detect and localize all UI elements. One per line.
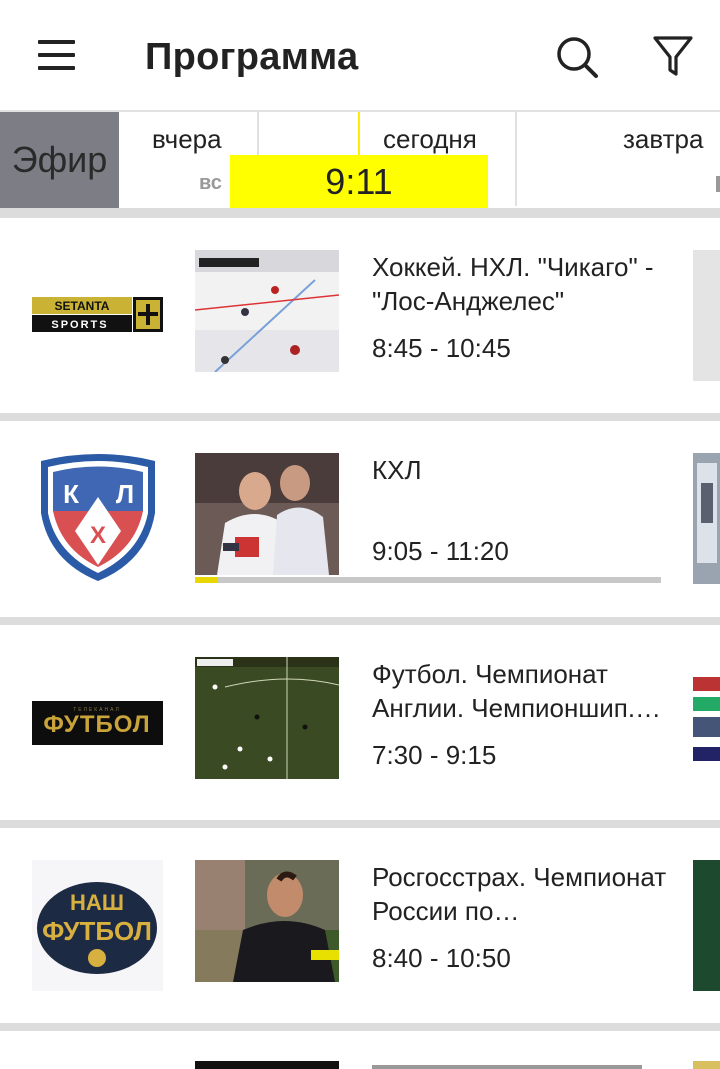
svg-text:ТЕЛЕКАНАЛ: ТЕЛЕКАНАЛ — [73, 707, 121, 713]
program-progress-bar — [195, 577, 661, 583]
svg-text:К: К — [63, 479, 79, 509]
tab-tomorrow-sub-fragment — [716, 176, 720, 192]
list-item[interactable]: SETANTA SPORTS Хоккей. НХЛ. "Чикаго" - "… — [0, 218, 720, 413]
tab-yesterday-weekday: вс — [199, 172, 222, 194]
setanta-sports-plus-logo: SETANTA SPORTS — [32, 250, 163, 381]
program-thumbnail — [195, 250, 339, 372]
program-progress-fill — [195, 577, 219, 583]
svg-text:Х: Х — [89, 522, 105, 549]
hamburger-icon — [38, 40, 75, 44]
next-program-thumbnail — [693, 1061, 720, 1069]
search-button[interactable] — [548, 28, 604, 84]
next-program-thumbnail — [693, 657, 720, 788]
program-time: 9:05 - 11:20 — [372, 536, 509, 566]
program-thumbnail — [195, 860, 339, 982]
filter-button[interactable] — [645, 28, 701, 84]
current-time-badge: 9:11 — [230, 155, 488, 208]
menu-button[interactable] — [28, 30, 84, 80]
program-title: Футбол. Чемпионат Англии. Чемпионшип.… — [372, 659, 662, 723]
khl-logo: К Л Х — [32, 453, 163, 584]
svg-text:SETANTA: SETANTA — [55, 299, 110, 313]
tab-yesterday-label: вчера — [152, 124, 222, 154]
divider — [0, 617, 720, 625]
program-title: КХЛ — [372, 455, 422, 485]
program-title: Росгосстрах. Чемпионат России по… — [372, 862, 667, 926]
futbol-logo: ФУТБОЛ ТЕЛЕКАНАЛ — [32, 657, 163, 788]
next-program-thumbnail — [693, 453, 720, 584]
app-bar: Программа — [0, 0, 720, 112]
program-time: 7:30 - 9:15 — [372, 740, 497, 770]
svg-text:ФУТБОЛ: ФУТБОЛ — [43, 711, 150, 738]
next-program-thumbnail — [693, 860, 720, 991]
svg-text:Л: Л — [115, 479, 133, 509]
svg-text:НАШ: НАШ — [70, 890, 124, 915]
divider — [0, 208, 720, 218]
tab-today-label: сегодня — [383, 124, 477, 154]
svg-text:SPORTS: SPORTS — [51, 319, 108, 331]
tab-tomorrow-label: завтра — [623, 124, 704, 154]
live-tab[interactable]: Эфир — [0, 112, 119, 208]
svg-text:ФУТБОЛ: ФУТБОЛ — [42, 916, 152, 946]
hamburger-icon-line — [38, 66, 75, 70]
current-time-line — [358, 112, 360, 155]
search-icon — [557, 37, 598, 78]
hamburger-icon-line — [38, 53, 75, 57]
day-selector: Эфир вчера вс сегодня завтра 9:11 — [0, 112, 720, 208]
program-title — [372, 1065, 642, 1069]
program-thumbnail — [195, 1061, 339, 1069]
divider — [0, 1023, 720, 1031]
nash-futbol-logo: НАШ ФУТБОЛ — [32, 860, 163, 991]
program-thumbnail — [195, 657, 339, 779]
program-title: Хоккей. НХЛ. "Чикаго" - "Лос-Анджелес" — [372, 252, 654, 316]
program-time: 8:40 - 10:50 — [372, 943, 511, 973]
divider — [0, 413, 720, 421]
tab-tomorrow[interactable]: завтра — [517, 112, 720, 208]
filter-icon — [653, 36, 693, 76]
list-item[interactable]: К Л Х КХЛ 9:05 - 11:20 — [0, 421, 720, 617]
program-time: 8:45 - 10:45 — [372, 333, 511, 363]
list-item[interactable] — [0, 1031, 720, 1069]
list-item[interactable]: ФУТБОЛ ТЕЛЕКАНАЛ Футбол. Чемпионат Англи… — [0, 625, 720, 820]
divider — [0, 820, 720, 828]
page-title: Программа — [145, 36, 359, 78]
program-thumbnail — [195, 453, 339, 575]
list-item[interactable]: НАШ ФУТБОЛ Росгосстрах. Чемпионат России… — [0, 828, 720, 1023]
next-program-thumbnail — [693, 250, 720, 381]
